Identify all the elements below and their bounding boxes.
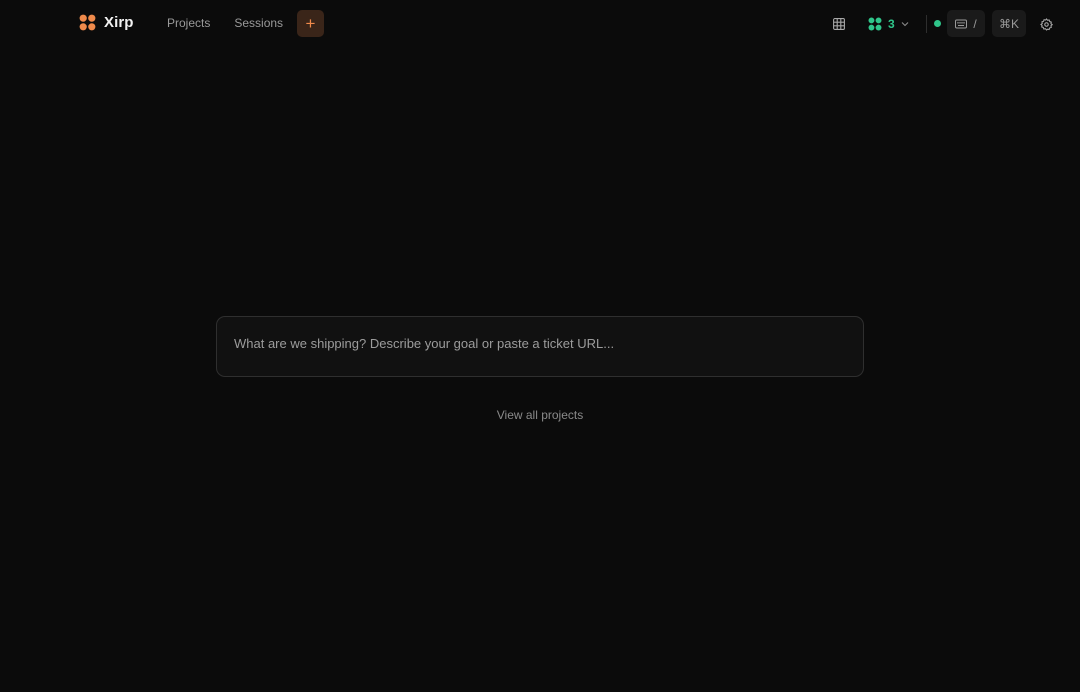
keyboard-icon bbox=[955, 19, 968, 28]
view-all-projects-row: View all projects bbox=[0, 408, 1080, 422]
agents-icon bbox=[868, 17, 882, 31]
view-all-projects-link[interactable]: View all projects bbox=[497, 408, 583, 422]
settings-button[interactable] bbox=[1037, 15, 1055, 33]
command-palette-button[interactable]: ⌘K bbox=[992, 10, 1026, 37]
goal-prompt-box bbox=[216, 316, 864, 377]
grid-icon bbox=[833, 18, 845, 30]
toolbar-divider bbox=[926, 15, 927, 33]
agents-count: 3 bbox=[888, 17, 895, 31]
chevron-down-icon bbox=[901, 22, 909, 27]
agents-dropdown[interactable]: 3 bbox=[868, 13, 909, 35]
top-bar: Xirp Projects Sessions + 3 / ⌘K bbox=[0, 0, 1080, 46]
toolbar: 3 / ⌘K bbox=[0, 10, 1080, 37]
grid-view-button[interactable] bbox=[830, 15, 848, 33]
keyboard-shortcuts-button[interactable]: / bbox=[947, 10, 985, 37]
keyboard-shortcut-key: / bbox=[973, 16, 977, 31]
connection-status-indicator bbox=[934, 20, 941, 27]
goal-input[interactable] bbox=[217, 317, 863, 376]
gear-icon bbox=[1039, 17, 1053, 31]
